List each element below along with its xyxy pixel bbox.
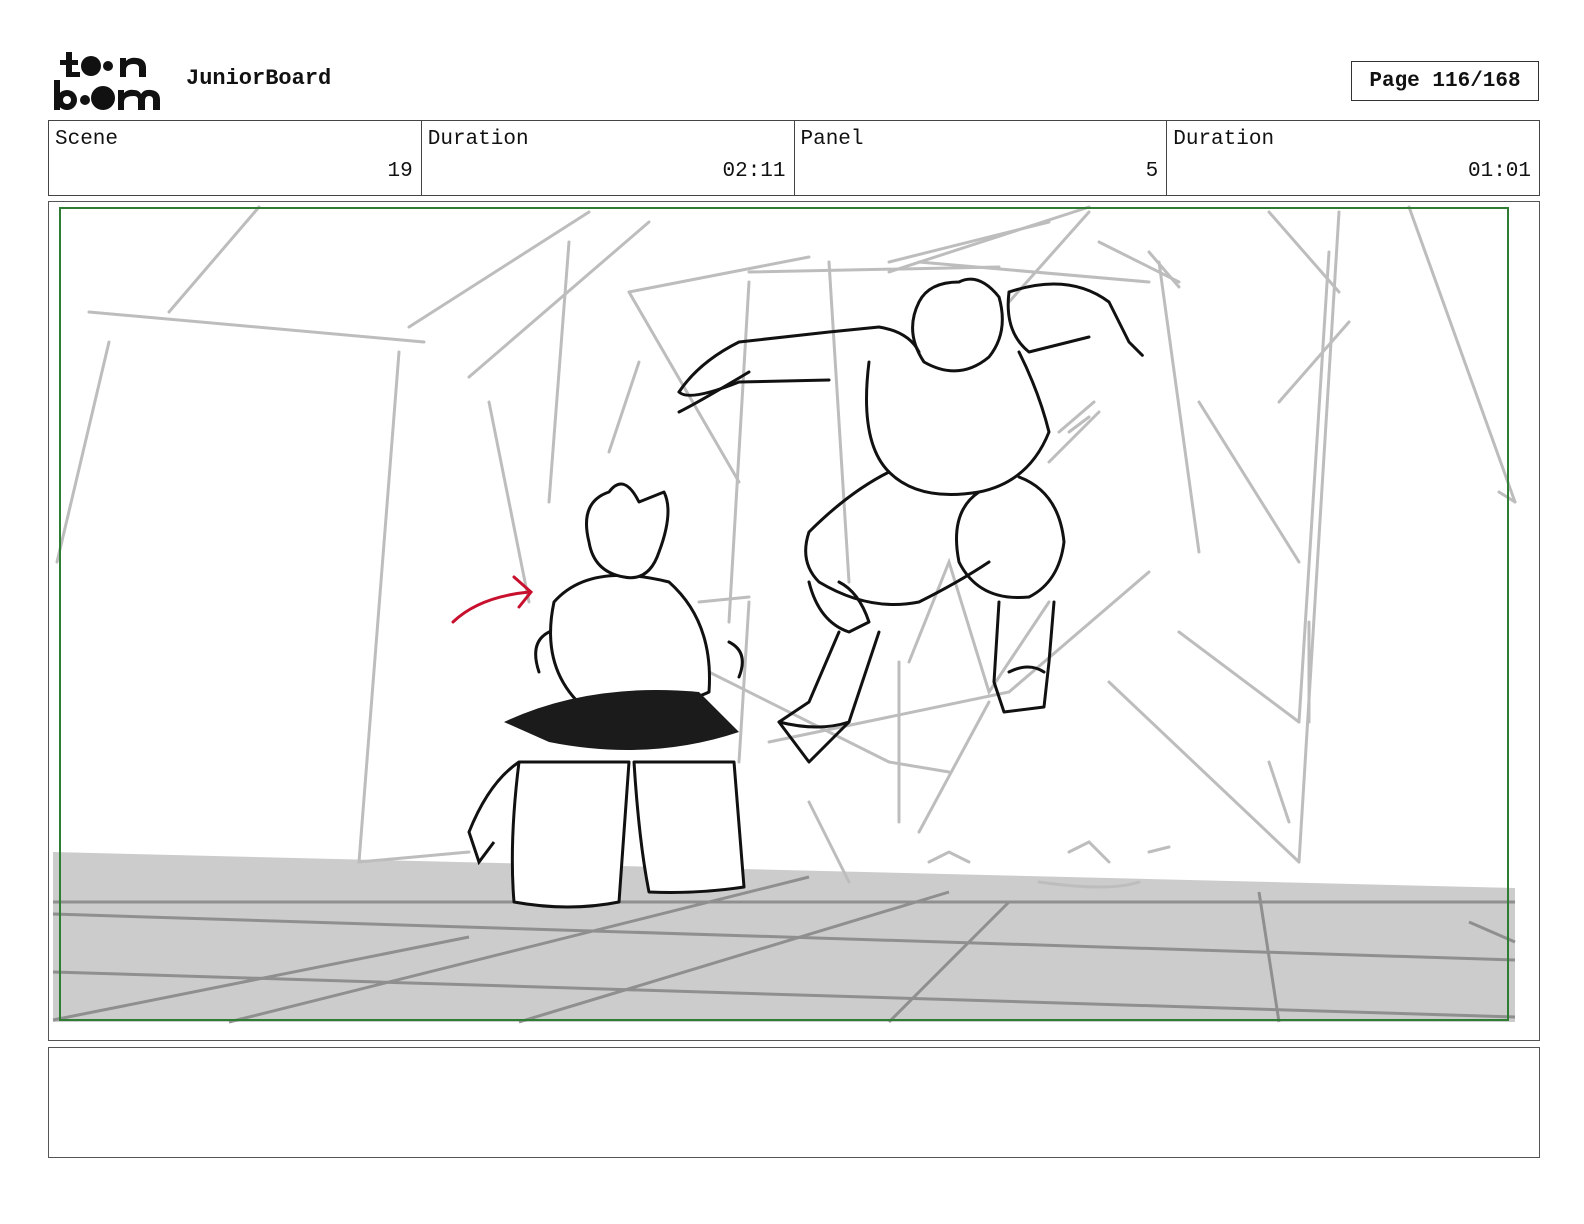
motion-arrow [451,575,534,624]
scene-cell: Scene 19 [49,121,422,195]
storyboard-panel [48,201,1540,1041]
scene-label: Scene [55,128,119,151]
scene-value: 19 [387,160,413,183]
app-title: JuniorBoard [186,66,332,91]
page-indicator: Page 116/168 [1351,61,1539,101]
panel-value: 5 [1145,160,1159,183]
panel-notes [48,1047,1540,1158]
toon-boom-logo [52,50,164,112]
character-skirt [504,690,739,750]
panel-duration-value: 01:01 [1467,160,1531,183]
panel-duration-label: Duration [1173,128,1275,151]
panel-drawing [52,205,1517,1024]
panel-duration-cell: Duration 01:01 [1167,121,1539,195]
panel-info-row: Scene 19 Duration 02:11 Panel 5 Duration… [48,120,1540,196]
panel-cell: Panel 5 [795,121,1168,195]
background-sketch-lines [55,205,1517,889]
panel-label: Panel [800,128,864,151]
scene-duration-cell: Duration 02:11 [422,121,795,195]
scene-duration-value: 02:11 [722,160,786,183]
scene-duration-label: Duration [427,128,529,151]
character-jumping [677,277,1144,764]
